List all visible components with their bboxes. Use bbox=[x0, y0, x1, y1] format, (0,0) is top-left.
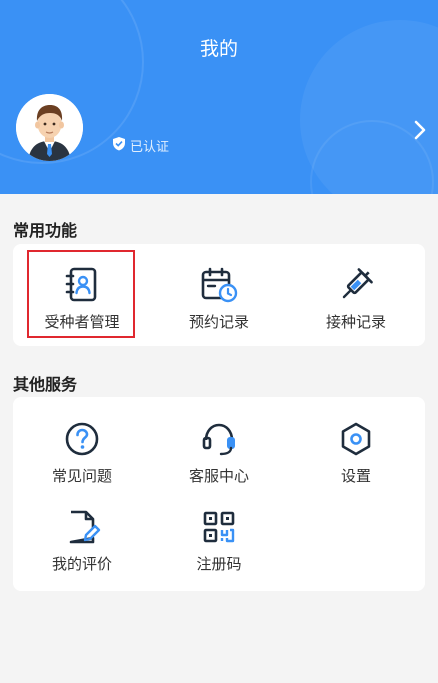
chevron-right-icon[interactable] bbox=[410, 118, 430, 142]
customer-service-label: 客服中心 bbox=[188, 467, 249, 485]
appointment-records-label: 预约记录 bbox=[188, 313, 249, 331]
page-title: 我的 bbox=[199, 38, 238, 60]
vaccination-records-button[interactable]: 接种记录 bbox=[287, 266, 425, 332]
syringe-icon bbox=[287, 266, 425, 304]
faq-label: 常见问题 bbox=[51, 467, 112, 485]
registration-code-button[interactable]: 注册码 bbox=[150, 508, 288, 574]
my-reviews-button[interactable]: 我的评价 bbox=[13, 508, 151, 574]
section-title-common: 常用功能 bbox=[13, 221, 78, 240]
appointment-records-button[interactable]: 预约记录 bbox=[150, 266, 288, 332]
settings-hex-icon bbox=[287, 420, 425, 458]
calendar-clock-icon bbox=[150, 266, 288, 304]
registration-code-label: 注册码 bbox=[196, 555, 242, 573]
settings-label: 设置 bbox=[340, 467, 371, 485]
vaccination-records-label: 接种记录 bbox=[325, 313, 386, 331]
other-services-card: 常见问题 客服中心 设置 我的评价 注册码 bbox=[13, 397, 425, 591]
avatar[interactable] bbox=[16, 94, 83, 161]
customer-service-button[interactable]: 客服中心 bbox=[150, 420, 288, 486]
question-icon bbox=[13, 420, 151, 458]
faq-button[interactable]: 常见问题 bbox=[13, 420, 151, 486]
profile-header: 我的 已认证 bbox=[0, 0, 438, 194]
document-edit-icon bbox=[13, 508, 151, 546]
qr-code-icon bbox=[150, 508, 288, 546]
section-title-other: 其他服务 bbox=[13, 375, 78, 394]
verified-badge: 已认证 bbox=[112, 136, 169, 155]
shield-check-icon bbox=[112, 136, 126, 155]
verified-label: 已认证 bbox=[130, 140, 170, 155]
settings-button[interactable]: 设置 bbox=[287, 420, 425, 486]
selection-highlight bbox=[27, 250, 135, 338]
my-reviews-label: 我的评价 bbox=[51, 555, 112, 573]
common-functions-card: 受种者管理 预约记录 接种记录 bbox=[13, 244, 425, 346]
headset-icon bbox=[150, 420, 288, 458]
